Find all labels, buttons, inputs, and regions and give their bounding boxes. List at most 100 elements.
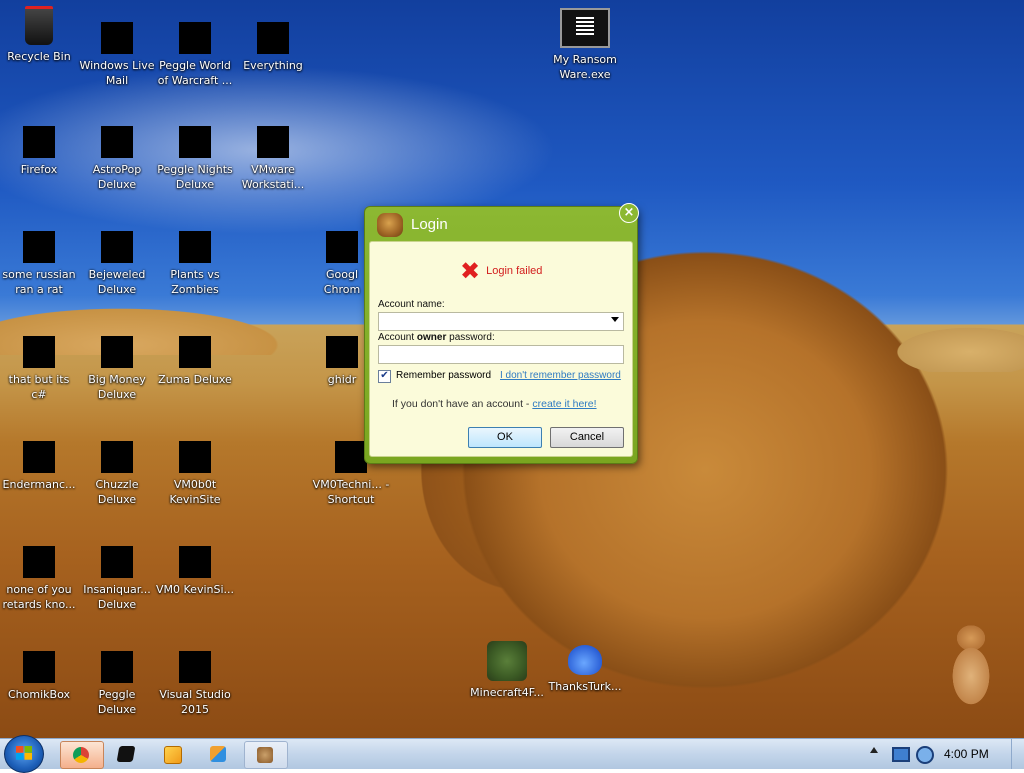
redacted-icon xyxy=(335,441,367,473)
desktop-icon-label: VM0b0t KevinSite xyxy=(169,478,221,506)
redacted-icon xyxy=(101,336,133,368)
desktop-icon-peggle-deluxe[interactable]: Peggle Deluxe xyxy=(78,637,156,717)
desktop-icon-minecraft[interactable]: Minecraft4F... xyxy=(468,637,546,700)
desktop-icon-astropop[interactable]: AstroPop Deluxe xyxy=(78,112,156,192)
desktop-icon-label: Firefox xyxy=(20,163,58,176)
desktop-icon-google-chrome[interactable]: Googl Chrom xyxy=(312,217,372,297)
taskbar-clock[interactable]: 4:00 PM xyxy=(944,747,989,761)
login-dialog: Login × ✖ Login failed Account name: Acco… xyxy=(364,203,639,464)
password-label: Account owner password: xyxy=(378,332,495,343)
dialog-title: Login xyxy=(411,216,448,233)
account-name-combobox[interactable] xyxy=(378,312,624,331)
desktop-icon-peggle-wow[interactable]: Peggle World of Warcraft ... xyxy=(156,8,234,88)
desktop-icon-recycle-bin[interactable]: Recycle Bin xyxy=(0,6,78,64)
desktop-icon-label: Chuzzle Deluxe xyxy=(95,478,139,506)
error-message: ✖ Login failed xyxy=(460,257,543,285)
terminal-icon xyxy=(560,8,610,48)
desktop-icon-none-of-you[interactable]: none of you retards kno... xyxy=(0,532,78,612)
desktop-icon-label: ghidr xyxy=(327,373,357,386)
desktop-icon-label: Big Money Deluxe xyxy=(88,373,146,401)
network-icon[interactable] xyxy=(892,747,910,762)
desktop-icon-insaniquarium[interactable]: Insaniquar... Deluxe xyxy=(78,532,156,612)
redacted-icon xyxy=(326,231,358,263)
ok-button[interactable]: OK xyxy=(468,427,542,448)
explorer-taskbar-button[interactable] xyxy=(198,741,240,767)
desktop-icon-label: VM0Techni... - Shortcut xyxy=(312,478,390,506)
password-label-prefix: Account xyxy=(378,332,417,343)
chrome-taskbar-button[interactable] xyxy=(60,741,104,769)
desktop-icon-label: Peggle Deluxe xyxy=(97,688,137,716)
terminal-taskbar-button[interactable] xyxy=(106,741,148,767)
redacted-icon xyxy=(23,441,55,473)
desktop-icon-peggle-nights[interactable]: Peggle Nights Deluxe xyxy=(156,112,234,192)
show-desktop-button[interactable] xyxy=(1011,739,1024,769)
chevron-down-icon[interactable] xyxy=(611,317,619,322)
redacted-icon xyxy=(23,336,55,368)
minecraft-block-icon xyxy=(487,641,527,681)
close-icon[interactable]: × xyxy=(619,203,639,223)
redacted-icon xyxy=(23,546,55,578)
create-account-link[interactable]: create it here! xyxy=(532,398,596,410)
desktop-icon-label: Zuma Deluxe xyxy=(158,373,232,386)
redacted-icon xyxy=(101,126,133,158)
desktop-icon-label: Endermanc... xyxy=(2,478,76,491)
desktop-icon-vm0b0t[interactable]: VM0b0t KevinSite xyxy=(156,427,234,507)
desktop-icon-label: ThanksTurk... xyxy=(548,680,622,693)
chomikbox-icon xyxy=(257,747,273,763)
desktop-icon-zuma[interactable]: Zuma Deluxe xyxy=(156,322,234,387)
desktop-icon-plants-vs-zombies[interactable]: Plants vs Zombies xyxy=(156,217,234,297)
desktop-icon-windows-live-mail[interactable]: Windows Live Mail xyxy=(78,8,156,88)
desktop-icon-chomikbox[interactable]: ChomikBox xyxy=(0,637,78,702)
media-player-taskbar-button[interactable] xyxy=(152,741,194,767)
desktop-icon-that-but-its-csharp[interactable]: that but its c# xyxy=(0,322,78,402)
error-text: Login failed xyxy=(486,265,543,277)
cancel-button[interactable]: Cancel xyxy=(550,427,624,448)
desktop-icon-thanksturkey[interactable]: ThanksTurk... xyxy=(546,637,624,694)
redacted-icon xyxy=(257,22,289,54)
desktop-icon-label: some russian ran a rat xyxy=(2,268,76,296)
redacted-icon xyxy=(179,231,211,263)
remember-password-checkbox[interactable]: ✔ xyxy=(378,370,391,383)
show-hidden-icons-chevron-up-icon[interactable] xyxy=(870,747,878,753)
desktop-icon-ghidra[interactable]: ghidr xyxy=(312,322,372,387)
desktop-icon-chuzzle[interactable]: Chuzzle Deluxe xyxy=(78,427,156,507)
desktop-icon-label: AstroPop Deluxe xyxy=(92,163,142,191)
desktop-icon-everything[interactable]: Everything xyxy=(234,8,312,73)
password-label-bold: owner xyxy=(416,332,447,343)
start-button[interactable] xyxy=(4,735,44,773)
desktop-icon-label: Plants vs Zombies xyxy=(170,268,220,296)
dialog-titlebar[interactable]: Login × xyxy=(365,203,639,241)
redacted-icon xyxy=(179,651,211,683)
redacted-icon xyxy=(101,651,133,683)
windows-logo-icon xyxy=(16,746,32,760)
desktop-icon-label: Visual Studio 2015 xyxy=(159,688,231,716)
redacted-icon xyxy=(179,126,211,158)
desktop-icon-endermanch[interactable]: Endermanc... xyxy=(0,427,78,492)
desktop: Recycle Bin Firefox some russian ran a r… xyxy=(0,0,1024,738)
chomikbox-taskbar-button[interactable] xyxy=(244,741,288,769)
desktop-pet-hamster[interactable] xyxy=(942,618,1000,714)
desktop-icon-label: none of you retards kno... xyxy=(2,583,76,611)
remember-password-label[interactable]: Remember password xyxy=(396,370,491,381)
desktop-icon-vmware[interactable]: VMware Workstati... xyxy=(234,112,312,192)
desktop-icon-vm0-kevinsite[interactable]: VM0 KevinSi... xyxy=(156,532,234,597)
volume-icon[interactable] xyxy=(916,746,934,764)
desktop-icon-firefox[interactable]: Firefox xyxy=(0,112,78,177)
explorer-icon xyxy=(210,746,226,762)
error-icon: ✖ xyxy=(460,257,481,285)
recycle-bin-icon xyxy=(25,6,53,45)
forgot-password-link[interactable]: I don't remember password xyxy=(500,370,621,381)
no-account-prefix: If you don't have an account - xyxy=(392,398,533,410)
desktop-icon-my-ransomware[interactable]: My Ransom Ware.exe xyxy=(546,8,624,82)
chrome-icon xyxy=(73,747,89,763)
desktop-icon-label: My Ransom Ware.exe xyxy=(553,53,617,81)
password-field[interactable] xyxy=(378,345,624,364)
desktop-icon-visual-studio[interactable]: Visual Studio 2015 xyxy=(156,637,234,717)
redacted-icon xyxy=(179,336,211,368)
desktop-icon-label: Everything xyxy=(243,59,303,72)
desktop-icon-bejeweled[interactable]: Bejeweled Deluxe xyxy=(78,217,156,297)
redacted-icon xyxy=(179,441,211,473)
desktop-icon-label: ChomikBox xyxy=(8,688,70,701)
desktop-icon-some-russian[interactable]: some russian ran a rat xyxy=(0,217,78,297)
desktop-icon-big-money[interactable]: Big Money Deluxe xyxy=(78,322,156,402)
